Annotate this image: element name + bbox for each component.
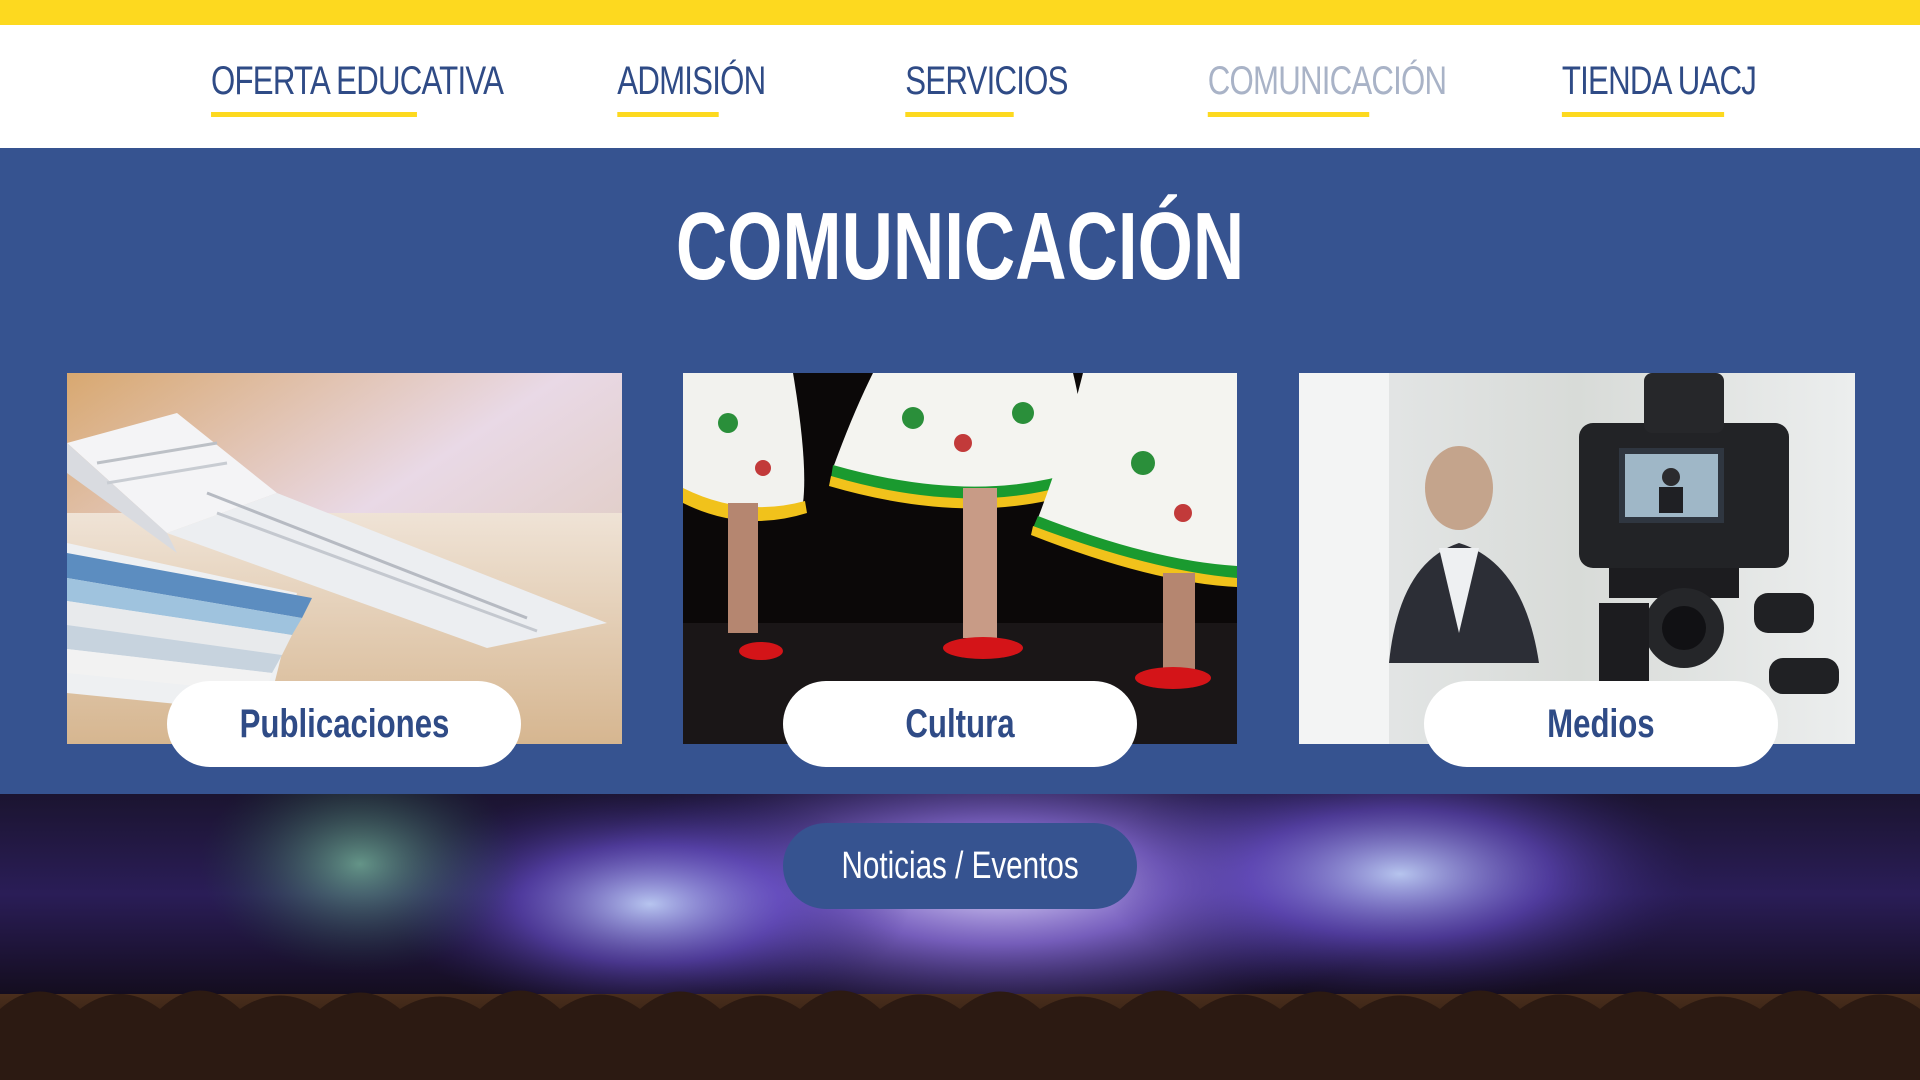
nav-item-admision[interactable]: ADMISIÓN <box>617 53 766 117</box>
noticias-eventos-button[interactable]: Noticias / Eventos <box>783 823 1137 909</box>
top-accent-bar <box>0 0 1920 25</box>
main-navigation: OFERTA EDUCATIVA ADMISIÓN SERVICIOS COMU… <box>0 25 1920 148</box>
nav-item-tienda-uacj[interactable]: TIENDA UACJ <box>1561 53 1757 117</box>
medios-button[interactable]: Medios <box>1424 681 1778 767</box>
nav-item-comunicacion[interactable]: COMUNICACIÓN <box>1207 53 1447 117</box>
publicaciones-button[interactable]: Publicaciones <box>167 681 521 767</box>
nav-item-servicios[interactable]: SERVICIOS <box>905 53 1068 117</box>
page-title: COMUNICACIÓN <box>675 193 1245 300</box>
cultura-button[interactable]: Cultura <box>783 681 1137 767</box>
nav-item-oferta-educativa[interactable]: OFERTA EDUCATIVA <box>211 53 504 117</box>
